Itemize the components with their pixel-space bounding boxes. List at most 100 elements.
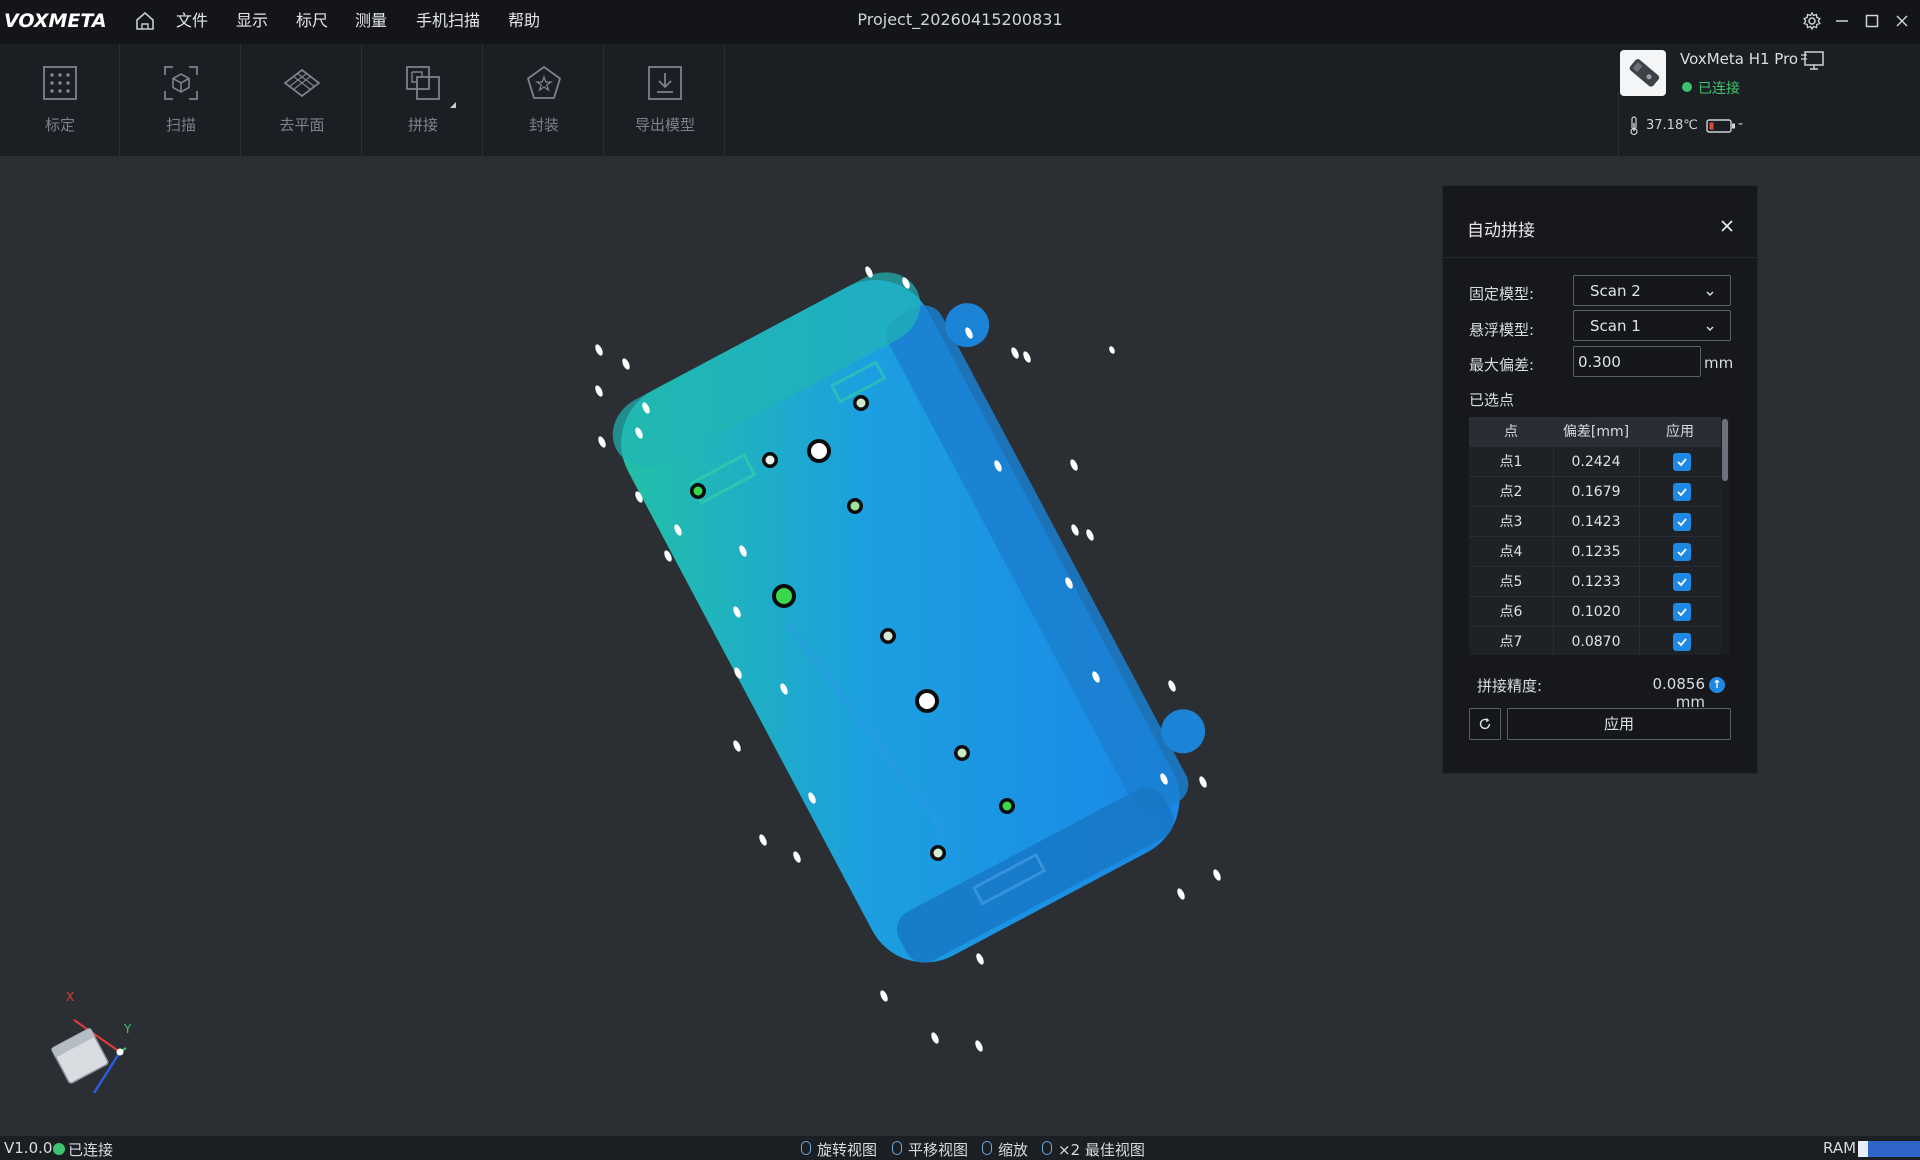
- floating-model-value: Scan 1: [1590, 317, 1641, 335]
- table-row[interactable]: 点6 0.1020: [1469, 597, 1721, 627]
- hint-rotate: 旋转视图: [817, 1141, 878, 1159]
- apply-checkbox[interactable]: [1673, 543, 1691, 561]
- menu-ruler[interactable]: 标尺: [296, 8, 328, 34]
- connected-dot-icon: [1682, 82, 1692, 92]
- hint-zoom: 缩放: [998, 1141, 1029, 1159]
- checkmark-icon: [1677, 518, 1687, 527]
- refresh-icon: [1479, 718, 1491, 730]
- tool-stitch[interactable]: 拼接: [363, 44, 483, 156]
- hint-best-view: ×2 最佳视图: [1058, 1141, 1145, 1159]
- menu-help[interactable]: 帮助: [508, 8, 540, 34]
- tool-stitch-dropdown-icon: [450, 102, 456, 108]
- column-divider: [1639, 537, 1640, 567]
- menu-phone-scan[interactable]: 手机扫描: [416, 8, 480, 34]
- cell-deviation: 0.0870: [1571, 634, 1621, 650]
- scan-cube-icon: [162, 64, 200, 102]
- accuracy-label: 拼接精度:: [1477, 677, 1543, 695]
- info-icon[interactable]: ↑: [1709, 677, 1725, 693]
- cell-point: 点4: [1499, 544, 1523, 560]
- checkmark-icon: [1677, 608, 1687, 617]
- tool-remove-plane[interactable]: 去平面: [242, 44, 362, 156]
- max-deviation-input[interactable]: [1573, 346, 1701, 377]
- apply-button[interactable]: 应用: [1507, 708, 1731, 740]
- connection-status: 已连接: [68, 1141, 114, 1159]
- tool-export[interactable]: 导出模型: [605, 44, 725, 156]
- table-row[interactable]: 点3 0.1423: [1469, 507, 1721, 537]
- export-download-icon: [646, 64, 684, 102]
- apply-checkbox[interactable]: [1673, 603, 1691, 621]
- apply-checkbox[interactable]: [1673, 513, 1691, 531]
- stitch-icon: [404, 64, 442, 102]
- close-window-icon[interactable]: [1890, 9, 1914, 33]
- column-divider: [1639, 447, 1640, 477]
- cell-deviation: 0.1235: [1571, 544, 1621, 560]
- column-divider: [1639, 627, 1640, 655]
- home-icon[interactable]: [134, 10, 156, 32]
- device-scanner-icon: [1620, 50, 1666, 96]
- maximize-icon[interactable]: [1860, 9, 1884, 33]
- table-row[interactable]: 点4 0.1235: [1469, 537, 1721, 567]
- menu-measure[interactable]: 测量: [355, 8, 387, 34]
- cell-deviation: 0.2424: [1571, 454, 1621, 470]
- apply-checkbox[interactable]: [1673, 483, 1691, 501]
- checkmark-icon: [1677, 488, 1687, 497]
- ram-usage-fill: [1858, 1141, 1868, 1157]
- cell-point: 点6: [1499, 604, 1523, 620]
- column-divider: [1553, 447, 1554, 477]
- table-row[interactable]: 点2 0.1679: [1469, 477, 1721, 507]
- table-scrollbar-thumb[interactable]: [1722, 419, 1728, 481]
- tool-export-label: 导出模型: [634, 116, 695, 134]
- mouse-right-icon: [892, 1141, 902, 1155]
- panel-title: 自动拼接: [1467, 221, 1535, 241]
- remove-plane-icon: [283, 64, 321, 102]
- col-point: 点: [1504, 424, 1518, 440]
- cell-point: 点5: [1499, 574, 1523, 590]
- cell-deviation: 0.1020: [1571, 604, 1621, 620]
- minimize-icon[interactable]: [1830, 9, 1854, 33]
- axis-gizmo[interactable]: X Y: [44, 990, 144, 1096]
- connected-dot-icon: [53, 1143, 65, 1155]
- max-deviation-unit: mm: [1704, 354, 1734, 372]
- cell-point: 点2: [1499, 484, 1523, 500]
- tool-calibrate[interactable]: 标定: [0, 44, 120, 156]
- tool-mesh[interactable]: 封装: [484, 44, 604, 156]
- cell-deviation: 0.1233: [1571, 574, 1621, 590]
- cell-point: 点3: [1499, 514, 1523, 530]
- apply-checkbox[interactable]: [1673, 453, 1691, 471]
- tool-calibrate-label: 标定: [44, 116, 75, 134]
- cell-deviation: 0.1679: [1571, 484, 1621, 500]
- table-row[interactable]: 点7 0.0870: [1469, 627, 1721, 655]
- tool-scan[interactable]: 扫描: [121, 44, 241, 156]
- panel-divider: [1443, 257, 1757, 258]
- column-divider: [1553, 627, 1554, 655]
- device-temperature: 37.18℃: [1646, 118, 1698, 133]
- column-divider: [1553, 477, 1554, 507]
- column-divider: [1553, 567, 1554, 597]
- axis-y-label: Y: [124, 1022, 132, 1036]
- device-monitor-icon[interactable]: [1800, 50, 1826, 72]
- tool-stitch-label: 拼接: [407, 116, 438, 134]
- menu-file[interactable]: 文件: [176, 8, 208, 34]
- accuracy-value: 0.0856 mm: [1652, 675, 1706, 711]
- mesh-pentagon-icon: [525, 64, 563, 102]
- checkmark-icon: [1677, 638, 1687, 647]
- apply-checkbox[interactable]: [1673, 573, 1691, 591]
- cell-point: 点1: [1499, 454, 1523, 470]
- column-divider: [1639, 477, 1640, 507]
- app-version: V1.0.0: [4, 1139, 53, 1157]
- refresh-button[interactable]: [1469, 708, 1501, 740]
- fixed-model-select[interactable]: Scan 2: [1573, 275, 1731, 306]
- settings-gear-icon[interactable]: [1800, 9, 1824, 33]
- menu-display[interactable]: 显示: [236, 8, 268, 34]
- checkmark-icon: [1677, 548, 1687, 557]
- calibrate-grid-icon: [41, 64, 79, 102]
- column-divider: [1553, 597, 1554, 627]
- floating-model-select[interactable]: Scan 1: [1573, 310, 1731, 341]
- apply-checkbox[interactable]: [1673, 633, 1691, 651]
- auto-stitch-panel: 自动拼接 固定模型: Scan 2 悬浮模型: Scan 1 最大偏差: mm …: [1442, 185, 1758, 774]
- table-row[interactable]: 点5 0.1233: [1469, 567, 1721, 597]
- cell-deviation: 0.1423: [1571, 514, 1621, 530]
- table-row[interactable]: 点1 0.2424: [1469, 447, 1721, 477]
- panel-close-icon[interactable]: [1715, 214, 1739, 238]
- mouse-wheel-icon: [982, 1141, 992, 1155]
